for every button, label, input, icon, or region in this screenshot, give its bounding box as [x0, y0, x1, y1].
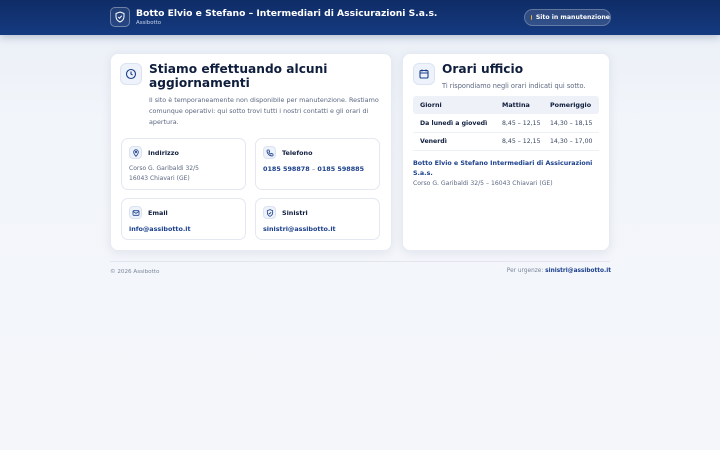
urgent-label: Per urgenze:: [506, 268, 544, 274]
hours-heading: Orari ufficio: [442, 62, 524, 76]
location-pin-icon: [129, 146, 142, 159]
clock-icon: [120, 63, 142, 85]
address-label: Indirizzo: [148, 149, 179, 157]
claims-email-link[interactable]: sinistri@assibotto.it: [263, 225, 336, 233]
row-morning: 8,45 – 12,15: [502, 119, 541, 127]
shield-check-icon: [263, 206, 276, 219]
claims-label: Sinistri: [282, 209, 308, 217]
urgent-email-link[interactable]: sinistri@assibotto.it: [545, 268, 611, 274]
table-row: Da lunedì a giovedì 8,45 – 12,15 14,30 –…: [413, 114, 599, 133]
mail-icon: [129, 206, 142, 219]
phone-label: Telefono: [282, 149, 313, 157]
row-day: Venerdì: [420, 138, 447, 145]
maintenance-heading: Stiamo effettuando alcuni aggiornamenti: [149, 62, 328, 90]
row-morning: 8,45 – 12,15: [502, 138, 541, 145]
maintenance-status-badge: Sito in manutenzione: [524, 9, 611, 26]
phone-link-2[interactable]: 0185 598885: [317, 165, 364, 173]
row-afternoon: 14,30 – 17,00: [550, 138, 593, 145]
maintenance-description: Il sito è temporaneamente non disponibil…: [149, 96, 379, 126]
row-afternoon: 14,30 – 18,15: [550, 119, 593, 127]
row-day: Da lunedì a giovedì: [420, 119, 488, 127]
column-header-days: Giorni: [420, 101, 442, 109]
company-address: Corso G. Garibaldi 32/5 – 16043 Chiavari…: [413, 180, 553, 187]
status-dot-icon: [531, 15, 532, 20]
email-label: Email: [148, 209, 168, 217]
table-row: Venerdì 8,45 – 12,15 14,30 – 17,00: [413, 133, 599, 151]
email-card: Email info@assibotto.it: [121, 198, 246, 240]
hours-table-header: Giorni Mattina Pomeriggio: [413, 96, 599, 114]
column-header-morning: Mattina: [502, 101, 530, 109]
phone-icon: [263, 146, 276, 159]
site-title: Botto Elvio e Stefano – Intermediari di …: [136, 8, 438, 19]
copyright-text: © 2026 Assibotto: [110, 269, 160, 275]
address-card: Indirizzo Corso G. Garibaldi 32/5 16043 …: [121, 138, 246, 190]
status-label: Sito in manutenzione: [535, 14, 610, 21]
hours-subtitle: Ti rispondiamo negli orari indicati qui …: [442, 82, 586, 90]
top-bar: Botto Elvio e Stefano – Intermediari di …: [0, 0, 720, 35]
urgent-contact: Per urgenze: sinistri@assibotto.it: [507, 268, 611, 274]
phone-numbers: 0185 598878 – 0185 598885: [263, 165, 364, 173]
phone-link-1[interactable]: 0185 598878: [263, 165, 310, 173]
hours-table: Giorni Mattina Pomeriggio Da lunedì a gi…: [413, 96, 599, 151]
phone-separator: –: [311, 165, 316, 173]
column-header-afternoon: Pomeriggio: [550, 101, 592, 109]
company-name: Botto Elvio e Stefano Intermediari di As…: [413, 160, 593, 177]
footer-divider: [110, 261, 610, 262]
email-link[interactable]: info@assibotto.it: [129, 225, 191, 233]
address-line-1: Corso G. Garibaldi 32/5: [129, 165, 199, 172]
claims-card: Sinistri sinistri@assibotto.it: [255, 198, 380, 240]
calendar-icon: [413, 63, 435, 85]
site-subtitle: Assibotto: [136, 20, 162, 26]
shield-logo-icon[interactable]: [110, 7, 130, 27]
address-line-2: 16043 Chiavari (GE): [129, 175, 190, 182]
phone-card: Telefono 0185 598878 – 0185 598885: [255, 138, 380, 190]
